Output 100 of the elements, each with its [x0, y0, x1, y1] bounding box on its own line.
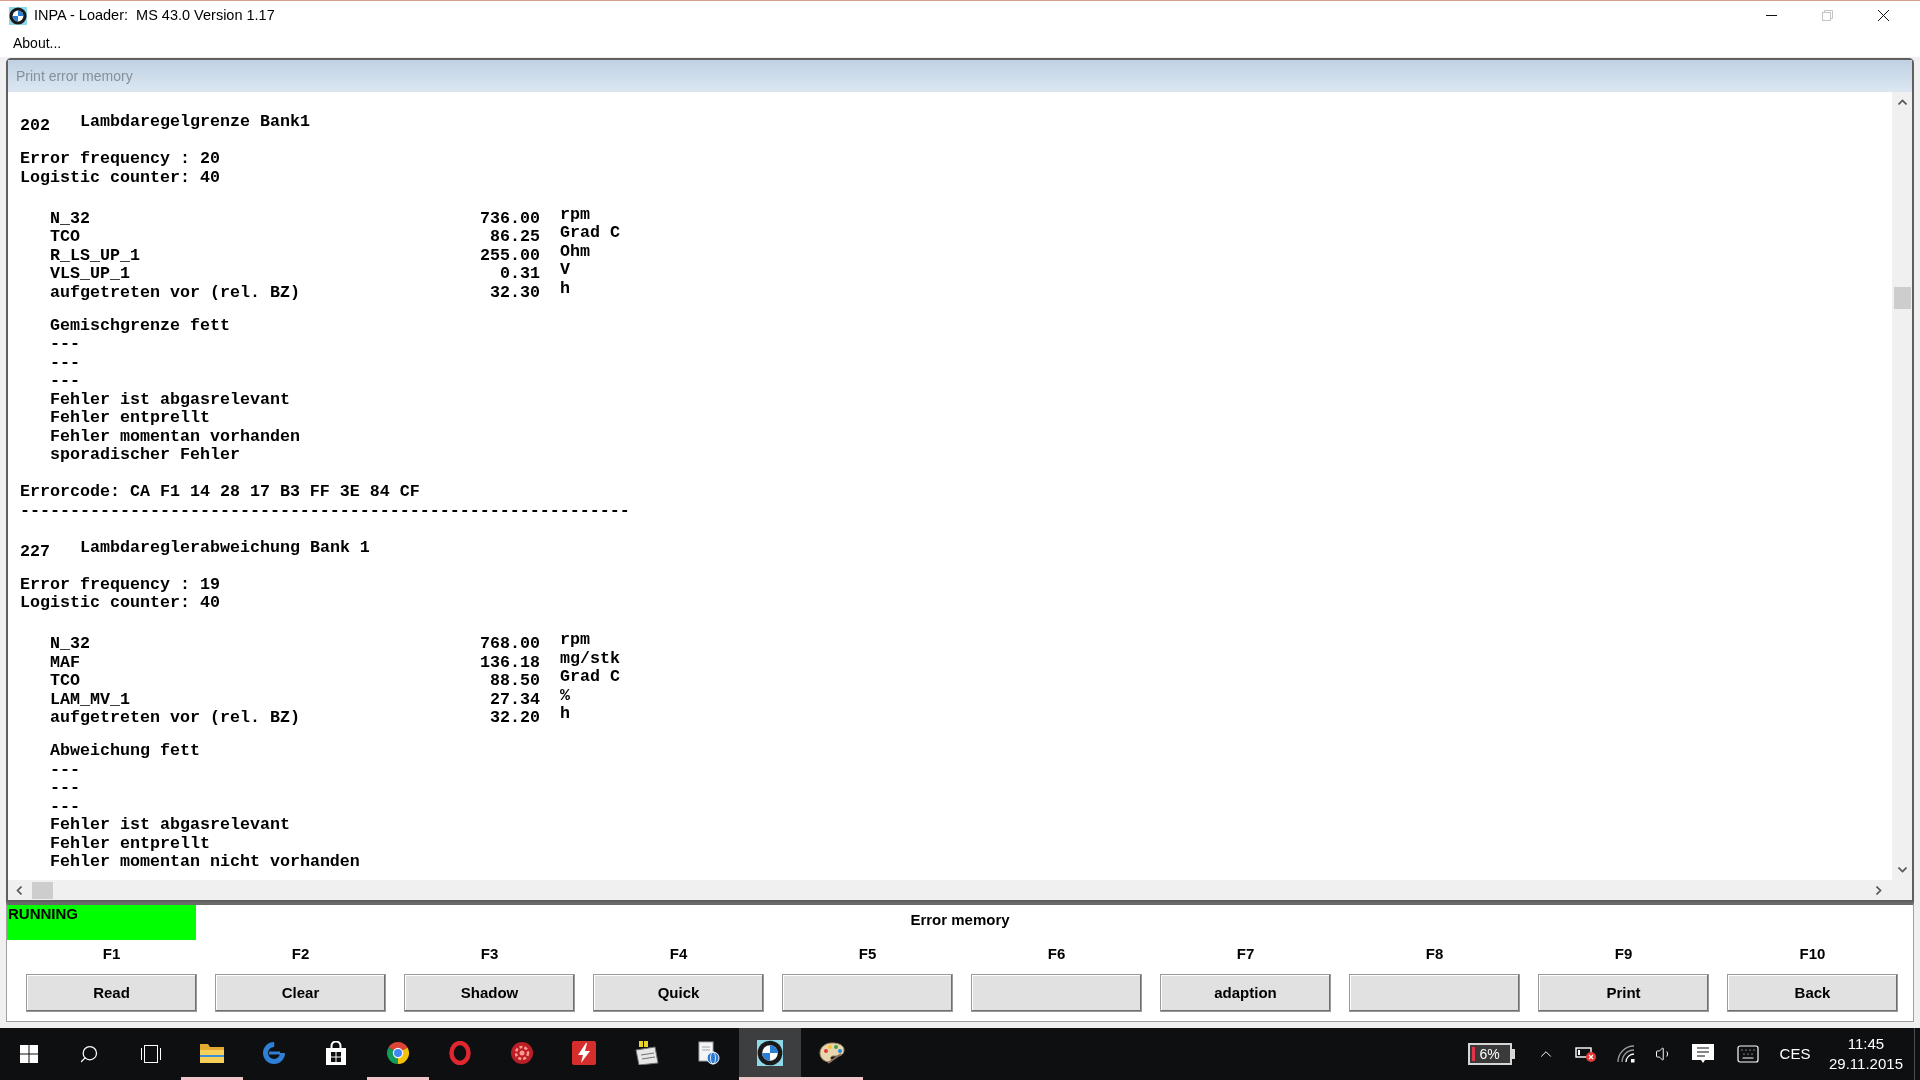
error-number: 202 [20, 116, 50, 135]
shopping-bag-icon [325, 1040, 347, 1065]
function-key-label: F9 [1614, 944, 1633, 964]
battery-charge-icon [1471, 1047, 1475, 1061]
taskbar-app-button[interactable] [739, 1028, 801, 1080]
parameter-name: LAM_MV_1 [50, 689, 130, 709]
battery-percent: 6% [1479, 1046, 1500, 1062]
frequency-text: Error frequency : 20 [20, 150, 220, 169]
status-line: sporadischer Fehler [50, 446, 240, 465]
error-title: Lambdaregelgrenze Bank1 [80, 113, 310, 132]
parameter-value: 768.00 [480, 634, 540, 653]
parameter-value: 255.00 [480, 245, 540, 265]
scroll-up-icon[interactable] [1897, 99, 1907, 105]
swirl-icon [262, 1040, 286, 1065]
parameter-value: 0.31 [500, 264, 540, 283]
counter-text: Logistic counter: 40 [20, 168, 220, 187]
parameter-unit: rpm [560, 631, 590, 650]
parameter-name: N_32 [50, 208, 90, 228]
parameter-unit: rpm [560, 205, 590, 224]
scroll-thumb[interactable] [32, 881, 53, 899]
parameter-unit: h [560, 279, 570, 298]
scroll-right-icon[interactable] [1876, 885, 1882, 895]
parameter-unit: % [560, 686, 570, 705]
function-button[interactable]: Read [26, 974, 197, 1012]
roundel-icon [757, 1039, 783, 1066]
error-number: 227 [20, 541, 50, 561]
parameter-name: aufgetreten vor (rel. BZ) [50, 282, 300, 302]
function-button[interactable] [782, 974, 953, 1012]
battery-tip-icon [1511, 1049, 1515, 1059]
status-line: --- [50, 797, 80, 816]
function-button[interactable]: Clear [215, 974, 386, 1012]
scroll-down-icon[interactable] [1897, 867, 1907, 873]
parameter-name: TCO [50, 671, 80, 690]
function-key-label: F1 [102, 944, 121, 964]
parameter-value: 88.50 [490, 671, 540, 690]
parameter-value: 86.25 [490, 227, 540, 246]
parameter-value: 136.18 [480, 652, 540, 672]
frequency-text: Error frequency : 19 [20, 575, 220, 594]
parameter-name: TCO [50, 227, 80, 246]
function-key-label: F4 [669, 944, 688, 964]
parameter-value: 32.30 [490, 282, 540, 302]
ring-icon [449, 1040, 471, 1065]
parameter-unit: mg/stk [560, 649, 620, 668]
language-button[interactable]: CES [1772, 1042, 1818, 1066]
parameter-name: MAF [50, 652, 80, 672]
clock-button[interactable]: 11:45 29.11.2015 [1818, 1034, 1914, 1074]
function-button[interactable]: Back [1727, 974, 1898, 1012]
function-button[interactable]: Print [1538, 974, 1709, 1012]
function-button[interactable] [971, 974, 1142, 1012]
battery-indicator[interactable]: 6% [1467, 1043, 1512, 1065]
parameter-value: 32.20 [490, 708, 540, 727]
status-line: Fehler ist abgasrelevant [50, 390, 290, 409]
status-line: Fehler entprellt [50, 409, 210, 428]
stacked-rectangles-icon [140, 1045, 161, 1063]
function-button[interactable]: Quick [593, 974, 764, 1012]
parameter-name: VLS_UP_1 [50, 264, 130, 283]
document-title: Print error memory [16, 66, 133, 86]
scroll-thumb[interactable] [1893, 287, 1911, 309]
parameter-value: 27.34 [490, 689, 540, 709]
function-key-label: F5 [858, 944, 877, 964]
status-line: Fehler entprellt [50, 834, 210, 853]
parameter-unit: Grad C [560, 224, 620, 243]
parameter-name: N_32 [50, 634, 90, 653]
function-button[interactable]: Shadow [404, 974, 575, 1012]
function-button[interactable] [1349, 974, 1520, 1012]
status-line: Gemischgrenze fett [50, 316, 230, 335]
horizontal-scrollbar[interactable] [8, 880, 1912, 900]
vertical-scrollbar[interactable] [1892, 92, 1912, 880]
signal-arcs-icon [1617, 1045, 1635, 1063]
menu-item[interactable]: About... [8, 33, 67, 54]
function-key-label: F10 [1799, 944, 1826, 964]
window-title: INPA - Loader: MS 43.0 Version 1.17 [34, 5, 275, 25]
parameter-unit: h [560, 705, 570, 724]
function-key-label: F2 [291, 944, 310, 964]
document-globe-icon [696, 1040, 720, 1065]
counter-text: Logistic counter: 40 [20, 594, 220, 613]
status-line: Fehler ist abgasrelevant [50, 816, 290, 835]
folder-icon [199, 1041, 225, 1064]
scroll-left-icon[interactable] [16, 885, 22, 895]
status-line: Abweichung fett [50, 742, 200, 761]
round-browser-icon [386, 1040, 410, 1065]
clock-time: 11:45 [1847, 1034, 1885, 1054]
function-key-label: F3 [480, 944, 499, 964]
function-button[interactable]: adaption [1160, 974, 1331, 1012]
window-panes-icon [20, 1045, 38, 1063]
error-title: Lambdareglerabweichung Bank 1 [80, 538, 370, 557]
clock-date: 29.11.2015 [1829, 1054, 1903, 1074]
notification-icon [1692, 1044, 1714, 1064]
battery-error-icon [1575, 1045, 1597, 1063]
errorcode-text: Errorcode: CA F1 14 28 17 B3 FF 3E 84 CF [20, 483, 420, 502]
status-line: --- [50, 372, 80, 391]
lightning-icon [572, 1040, 596, 1065]
parameter-value: 736.00 [480, 208, 540, 228]
parameter-unit: Ohm [560, 242, 590, 261]
status-line: --- [50, 760, 80, 779]
search-icon [79, 1044, 99, 1064]
status-line: --- [50, 335, 80, 354]
function-key-label: F6 [1047, 944, 1066, 964]
roundel-icon [9, 6, 27, 25]
parameter-unit: Grad C [560, 668, 620, 687]
